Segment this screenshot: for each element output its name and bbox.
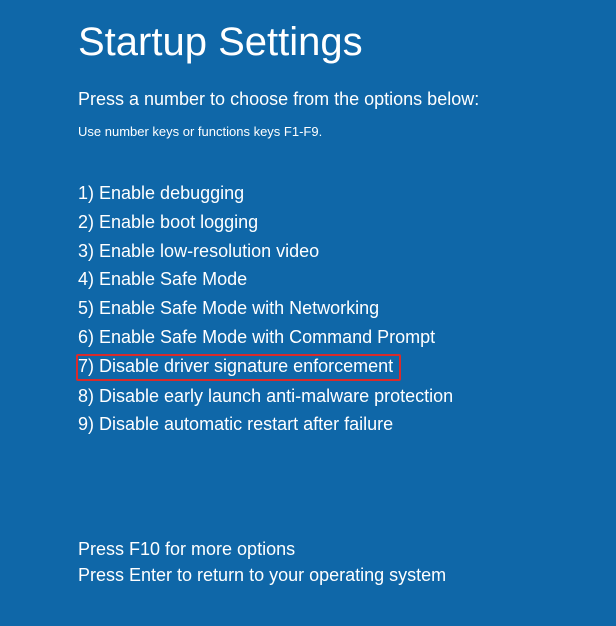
options-list: 1) Enable debugging 2) Enable boot loggi… [78,181,616,438]
option-7[interactable]: 7) Disable driver signature enforcement [76,354,401,381]
option-1[interactable]: 1) Enable debugging [78,181,250,207]
more-options-hint: Press F10 for more options [78,536,616,562]
option-5[interactable]: 5) Enable Safe Mode with Networking [78,296,385,322]
option-6[interactable]: 6) Enable Safe Mode with Command Prompt [78,325,441,351]
option-4[interactable]: 4) Enable Safe Mode [78,267,253,293]
instruction-subtitle: Press a number to choose from the option… [78,89,616,110]
option-8[interactable]: 8) Disable early launch anti-malware pro… [78,384,459,410]
page-title: Startup Settings [78,20,616,65]
option-3[interactable]: 3) Enable low-resolution video [78,239,325,265]
key-hint: Use number keys or functions keys F1-F9. [78,124,616,139]
option-2[interactable]: 2) Enable boot logging [78,210,264,236]
return-hint: Press Enter to return to your operating … [78,562,616,588]
option-9[interactable]: 9) Disable automatic restart after failu… [78,412,399,438]
